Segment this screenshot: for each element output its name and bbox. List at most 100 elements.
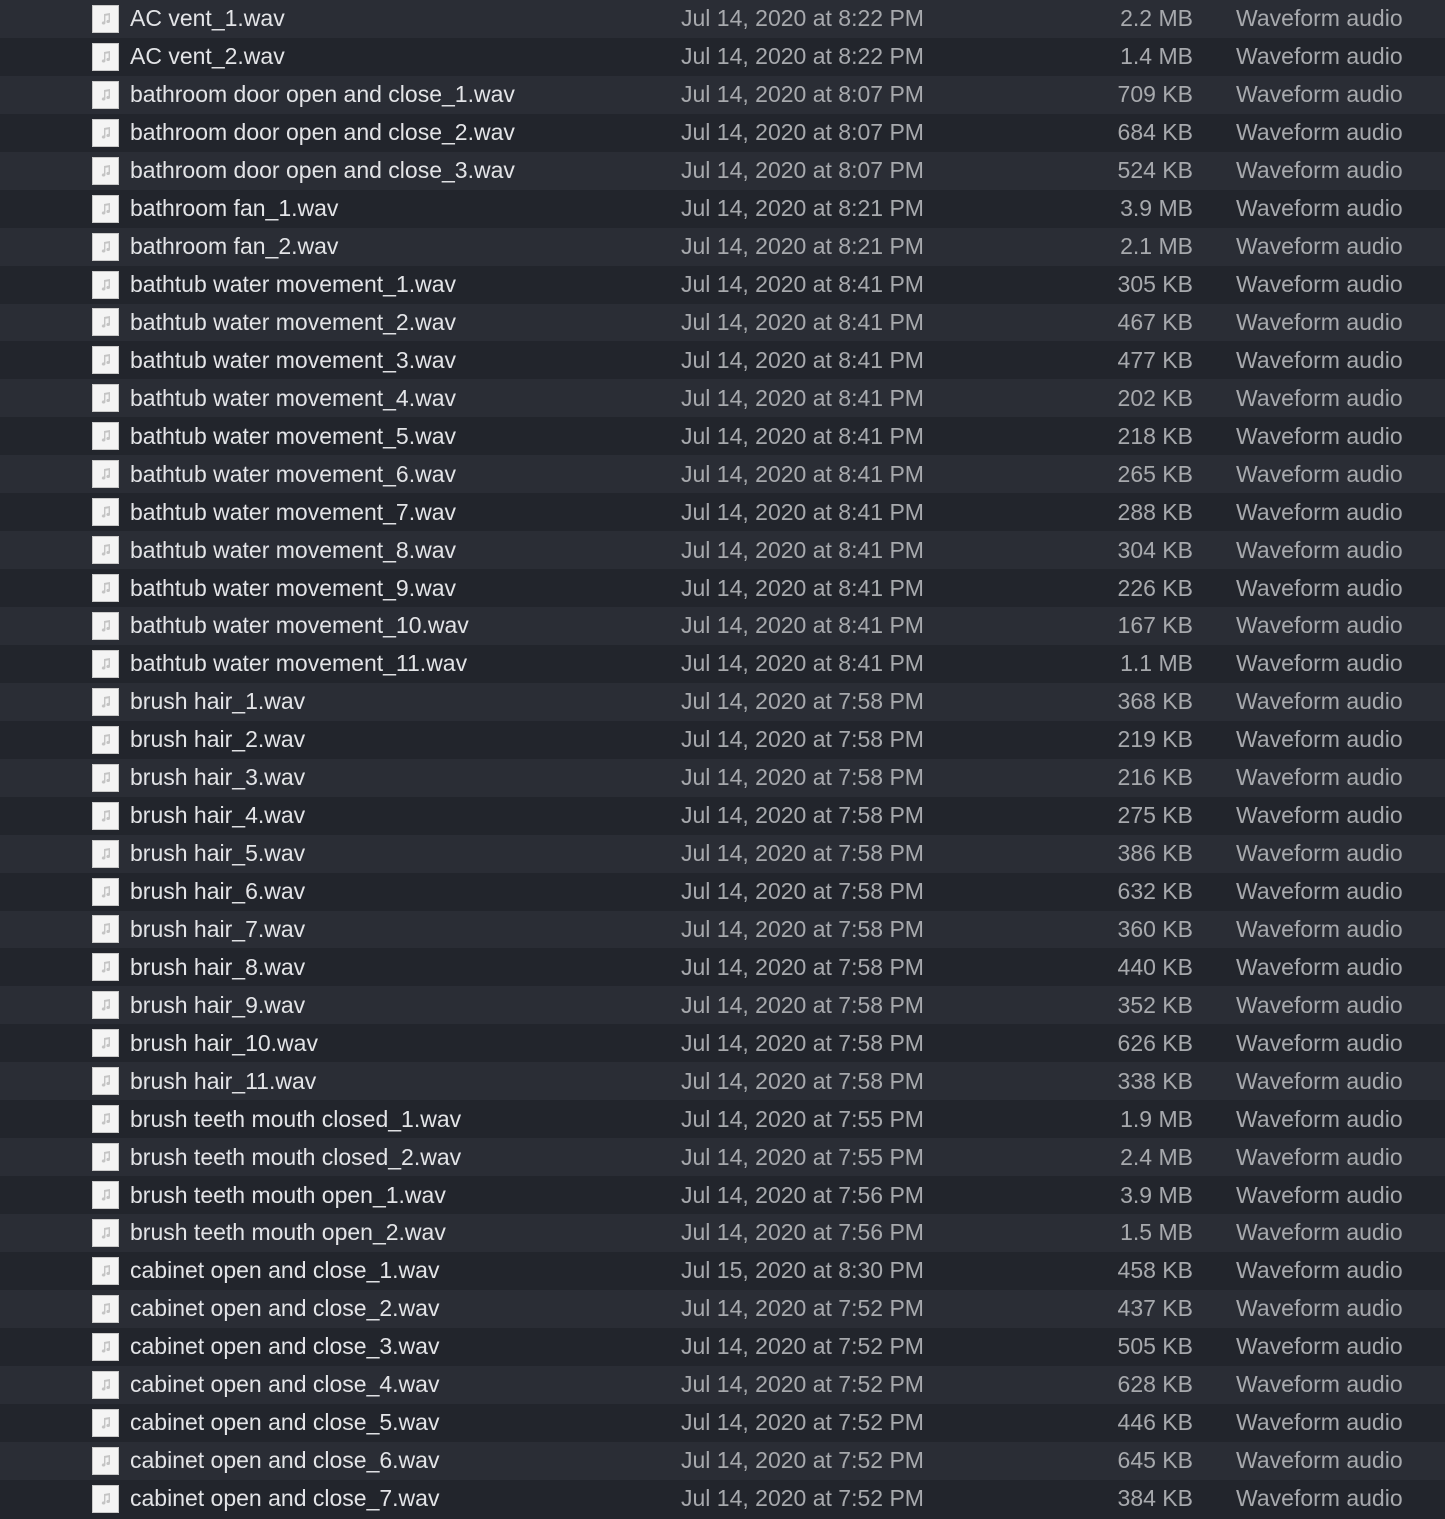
audio-file-icon xyxy=(92,725,119,754)
file-row[interactable]: bathtub water movement_1.wav Jul 14, 202… xyxy=(0,265,1445,304)
file-row[interactable]: cabinet open and close_1.wav Jul 15, 202… xyxy=(0,1251,1445,1290)
file-row[interactable]: AC vent_1.wav Jul 14, 2020 at 8:22 PM 2.… xyxy=(0,0,1445,38)
file-row[interactable]: brush hair_2.wav Jul 14, 2020 at 7:58 PM… xyxy=(0,720,1445,759)
file-row[interactable]: bathroom door open and close_2.wav Jul 1… xyxy=(0,113,1445,152)
file-row[interactable]: brush hair_5.wav Jul 14, 2020 at 7:58 PM… xyxy=(0,834,1445,873)
audio-file-icon xyxy=(92,1067,119,1096)
file-size: 338 KB xyxy=(1117,1067,1193,1094)
file-kind: Waveform audio xyxy=(1236,5,1403,32)
file-row[interactable]: brush teeth mouth closed_1.wav Jul 14, 2… xyxy=(0,1100,1445,1139)
file-row[interactable]: bathtub water movement_4.wav Jul 14, 202… xyxy=(0,379,1445,418)
file-row[interactable]: cabinet open and close_5.wav Jul 14, 202… xyxy=(0,1403,1445,1442)
file-row[interactable]: bathtub water movement_5.wav Jul 14, 202… xyxy=(0,417,1445,456)
file-name: cabinet open and close_1.wav xyxy=(130,1257,440,1284)
file-row[interactable]: bathtub water movement_11.wav Jul 14, 20… xyxy=(0,644,1445,683)
file-row[interactable]: brush teeth mouth closed_2.wav Jul 14, 2… xyxy=(0,1138,1445,1177)
file-kind: Waveform audio xyxy=(1236,422,1403,449)
file-name: bathtub water movement_10.wav xyxy=(130,612,469,639)
file-size: 202 KB xyxy=(1117,384,1193,411)
audio-file-icon xyxy=(92,1029,119,1058)
file-kind: Waveform audio xyxy=(1236,1029,1403,1056)
file-name: brush teeth mouth open_1.wav xyxy=(130,1181,446,1208)
audio-file-icon xyxy=(92,915,119,944)
file-name: brush hair_11.wav xyxy=(130,1067,317,1094)
file-size: 304 KB xyxy=(1117,536,1193,563)
file-name: bathroom door open and close_3.wav xyxy=(130,157,515,184)
file-name: bathtub water movement_9.wav xyxy=(130,574,457,601)
file-row[interactable]: bathtub water movement_6.wav Jul 14, 202… xyxy=(0,455,1445,494)
file-size: 275 KB xyxy=(1117,802,1193,829)
file-row[interactable]: bathroom fan_1.wav Jul 14, 2020 at 8:21 … xyxy=(0,189,1445,228)
file-row[interactable]: bathtub water movement_9.wav Jul 14, 202… xyxy=(0,569,1445,607)
file-row[interactable]: brush hair_3.wav Jul 14, 2020 at 7:58 PM… xyxy=(0,758,1445,797)
file-row[interactable]: AC vent_2.wav Jul 14, 2020 at 8:22 PM 1.… xyxy=(0,37,1445,76)
audio-file-icon xyxy=(92,194,119,223)
file-row[interactable]: cabinet open and close_7.wav Jul 14, 202… xyxy=(0,1479,1445,1518)
file-date-modified: Jul 14, 2020 at 7:58 PM xyxy=(681,840,924,867)
file-row[interactable]: bathtub water movement_10.wav Jul 14, 20… xyxy=(0,607,1445,645)
file-size: 505 KB xyxy=(1117,1333,1193,1360)
file-kind: Waveform audio xyxy=(1236,233,1403,260)
audio-file-icon xyxy=(92,953,119,982)
file-size: 477 KB xyxy=(1117,346,1193,373)
file-row[interactable]: brush hair_4.wav Jul 14, 2020 at 7:58 PM… xyxy=(0,796,1445,835)
audio-file-icon xyxy=(92,1143,119,1172)
audio-file-icon xyxy=(92,1294,119,1323)
file-row[interactable]: brush hair_11.wav Jul 14, 2020 at 7:58 P… xyxy=(0,1062,1445,1101)
file-row[interactable]: bathtub water movement_8.wav Jul 14, 202… xyxy=(0,531,1445,570)
file-kind: Waveform audio xyxy=(1236,1295,1403,1322)
file-kind: Waveform audio xyxy=(1236,726,1403,753)
audio-file-icon xyxy=(92,649,119,678)
file-name: brush teeth mouth closed_1.wav xyxy=(130,1105,462,1132)
file-size: 265 KB xyxy=(1117,460,1193,487)
file-name: brush hair_6.wav xyxy=(130,878,306,905)
file-size: 2.2 MB xyxy=(1120,5,1193,32)
audio-file-icon xyxy=(92,1332,119,1361)
file-kind: Waveform audio xyxy=(1236,1143,1403,1170)
file-name: AC vent_1.wav xyxy=(130,5,285,32)
file-name: brush hair_2.wav xyxy=(130,726,306,753)
file-date-modified: Jul 14, 2020 at 7:55 PM xyxy=(681,1143,924,1170)
file-size: 360 KB xyxy=(1117,915,1193,942)
file-kind: Waveform audio xyxy=(1236,840,1403,867)
file-size: 628 KB xyxy=(1117,1371,1193,1398)
file-date-modified: Jul 14, 2020 at 7:52 PM xyxy=(681,1371,924,1398)
file-row[interactable]: brush hair_6.wav Jul 14, 2020 at 7:58 PM… xyxy=(0,872,1445,911)
file-size: 524 KB xyxy=(1117,157,1193,184)
file-row[interactable]: brush hair_1.wav Jul 14, 2020 at 7:58 PM… xyxy=(0,682,1445,721)
file-row[interactable]: bathtub water movement_2.wav Jul 14, 202… xyxy=(0,303,1445,342)
file-row[interactable]: cabinet open and close_2.wav Jul 14, 202… xyxy=(0,1289,1445,1328)
file-row[interactable]: brush hair_8.wav Jul 14, 2020 at 7:58 PM… xyxy=(0,948,1445,987)
file-date-modified: Jul 14, 2020 at 8:21 PM xyxy=(681,233,924,260)
audio-file-icon xyxy=(92,536,119,565)
file-row[interactable]: cabinet open and close_3.wav Jul 14, 202… xyxy=(0,1327,1445,1366)
file-kind: Waveform audio xyxy=(1236,878,1403,905)
file-row[interactable]: brush hair_7.wav Jul 14, 2020 at 7:58 PM… xyxy=(0,910,1445,949)
file-row[interactable]: brush hair_9.wav Jul 14, 2020 at 7:58 PM… xyxy=(0,986,1445,1025)
file-row[interactable]: cabinet open and close_4.wav Jul 14, 202… xyxy=(0,1365,1445,1404)
file-row[interactable]: brush teeth mouth open_1.wav Jul 14, 202… xyxy=(0,1176,1445,1214)
file-date-modified: Jul 14, 2020 at 7:52 PM xyxy=(681,1447,924,1474)
file-name: cabinet open and close_2.wav xyxy=(130,1295,440,1322)
file-row[interactable]: bathroom door open and close_1.wav Jul 1… xyxy=(0,75,1445,114)
file-name: cabinet open and close_7.wav xyxy=(130,1485,440,1512)
file-kind: Waveform audio xyxy=(1236,612,1403,639)
audio-file-icon xyxy=(92,308,119,337)
file-date-modified: Jul 14, 2020 at 8:22 PM xyxy=(681,5,924,32)
file-row[interactable]: bathroom fan_2.wav Jul 14, 2020 at 8:21 … xyxy=(0,227,1445,266)
file-row[interactable]: bathtub water movement_3.wav Jul 14, 202… xyxy=(0,341,1445,380)
file-row[interactable]: cabinet open and close_6.wav Jul 14, 202… xyxy=(0,1441,1445,1480)
audio-file-icon xyxy=(92,1218,119,1247)
file-name: brush hair_10.wav xyxy=(130,1029,318,1056)
file-row[interactable]: bathtub water movement_7.wav Jul 14, 202… xyxy=(0,493,1445,532)
audio-file-icon xyxy=(92,1181,119,1210)
file-kind: Waveform audio xyxy=(1236,1219,1403,1246)
file-date-modified: Jul 14, 2020 at 7:58 PM xyxy=(681,1067,924,1094)
file-row[interactable]: bathroom door open and close_3.wav Jul 1… xyxy=(0,151,1445,190)
file-row[interactable]: brush hair_10.wav Jul 14, 2020 at 7:58 P… xyxy=(0,1024,1445,1063)
file-size: 219 KB xyxy=(1117,726,1193,753)
file-row[interactable]: brush teeth mouth open_2.wav Jul 14, 202… xyxy=(0,1214,1445,1252)
file-kind: Waveform audio xyxy=(1236,1333,1403,1360)
file-kind: Waveform audio xyxy=(1236,1485,1403,1512)
file-name: bathtub water movement_2.wav xyxy=(130,308,457,335)
